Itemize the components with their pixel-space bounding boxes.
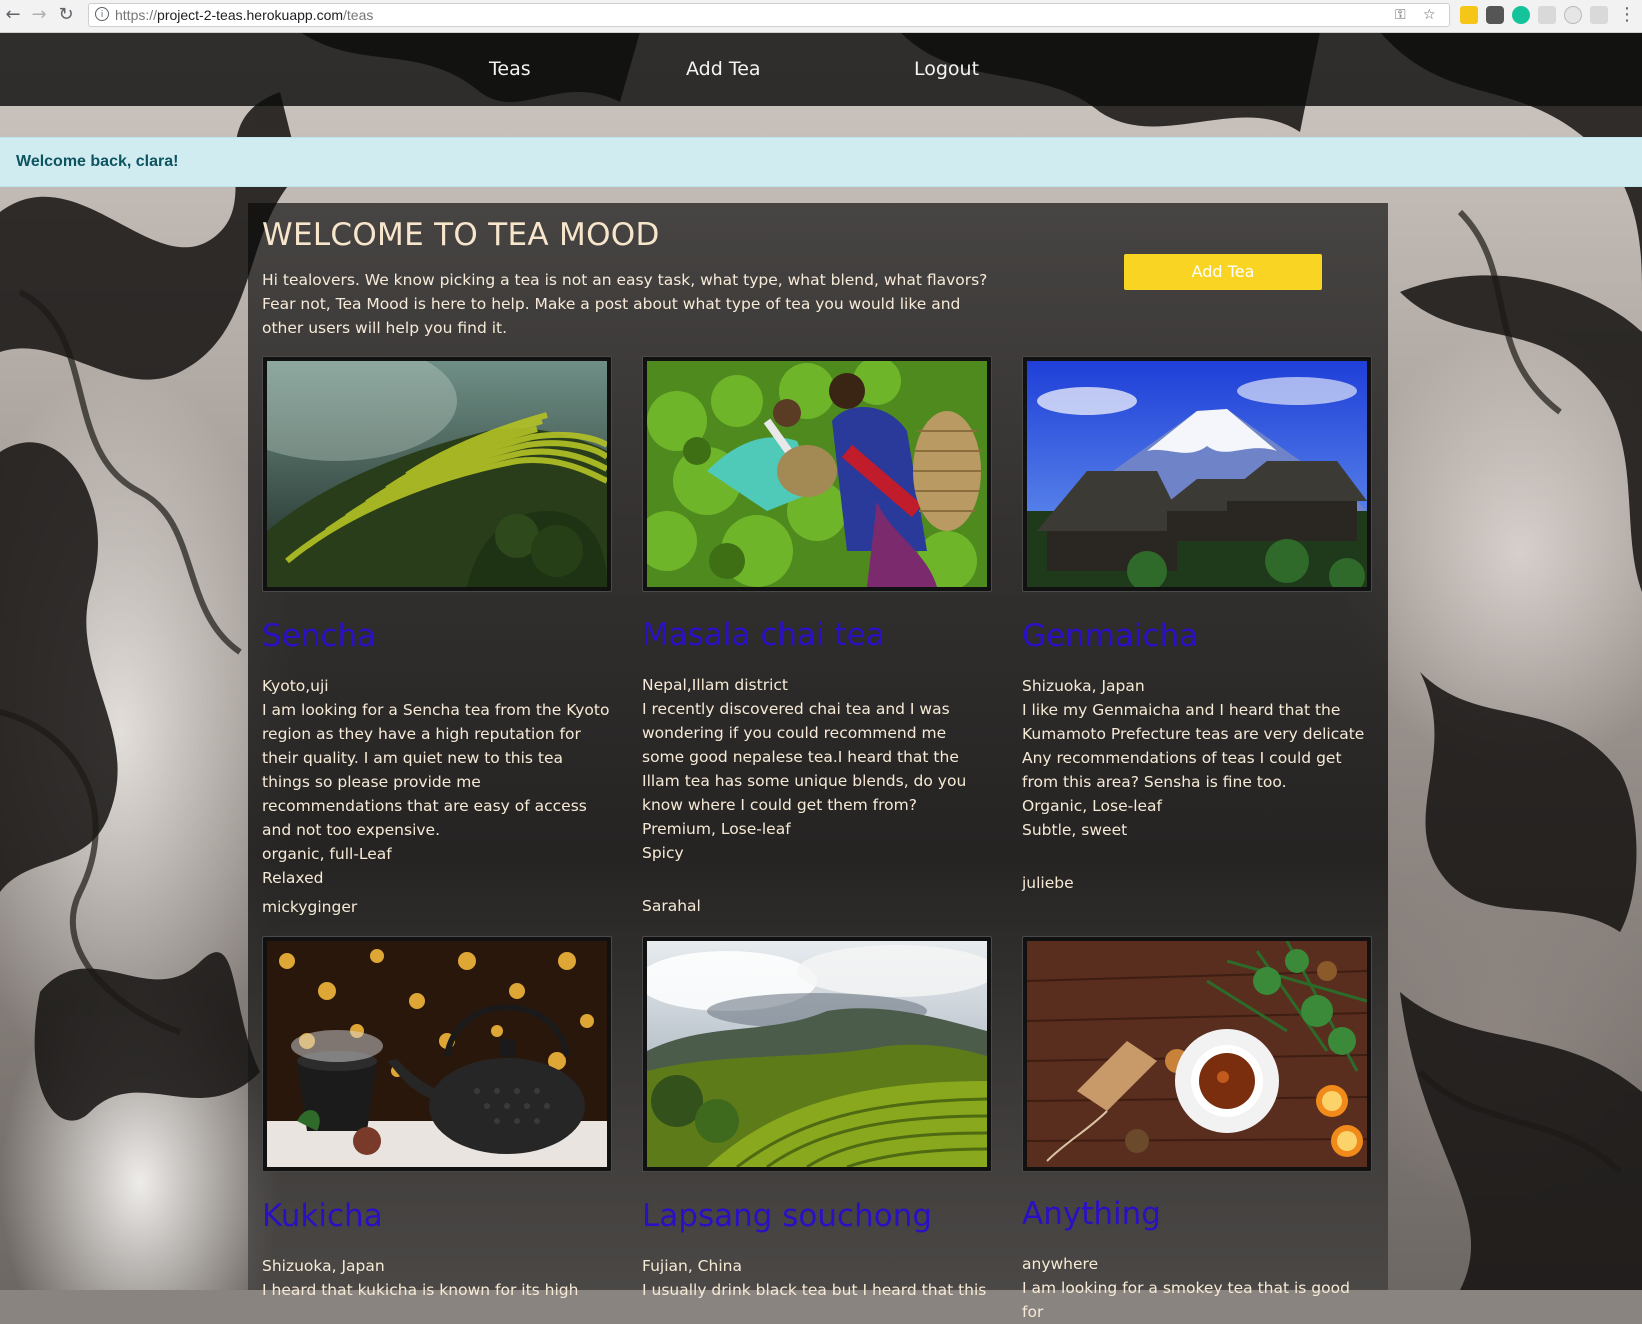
tea-description: I like my Genmaicha and I heard that the… [1022, 701, 1365, 791]
tea-author: Sarahal [642, 897, 701, 915]
extension-icon[interactable] [1564, 6, 1582, 24]
intro-text: Hi tealovers. We know picking a tea is n… [262, 271, 988, 337]
tea-details: Fujian, China I usually drink black tea … [642, 1254, 992, 1302]
tea-image[interactable] [642, 356, 992, 592]
tea-card: Genmaicha Shizuoka, Japan I like my Genm… [1022, 356, 1372, 916]
tea-origin: Shizuoka, Japan [262, 1257, 385, 1275]
tea-title[interactable]: Anything [1022, 1196, 1161, 1232]
tea-mood: Relaxed [262, 869, 324, 887]
tea-image[interactable] [262, 936, 612, 1172]
tea-details: anywhere I am looking for a smokey tea t… [1022, 1252, 1372, 1324]
mount-fuji-village-image [1027, 361, 1367, 587]
tea-mood: Spicy [642, 844, 684, 862]
tea-details: Shizuoka, Japan I like my Genmaicha and … [1022, 674, 1372, 842]
tea-card: Kukicha Shizuoka, Japan I heard that kuk… [262, 936, 612, 1299]
url-protocol: https:// [115, 7, 158, 23]
tea-type: Premium, Lose-leaf [642, 820, 791, 838]
browser-toolbar: ← → ↻ i https://project-2-teas.herokuapp… [0, 0, 1642, 33]
bookmark-star-icon[interactable]: ☆ [1423, 7, 1436, 23]
tea-plantation-hills-image [647, 941, 987, 1167]
tea-details: Nepal,Illam district I recently discover… [642, 673, 992, 865]
tea-card: Lapsang souchong Fujian, China I usually… [642, 936, 992, 1299]
tea-author: mickyginger [262, 898, 358, 916]
pocket-icon[interactable] [1486, 6, 1504, 24]
tea-title[interactable]: Kukicha [262, 1198, 383, 1234]
url-text[interactable]: https://project-2-teas.herokuapp.com/tea… [115, 7, 373, 23]
tea-title[interactable]: Masala chai tea [642, 617, 885, 653]
tea-origin: Shizuoka, Japan [1022, 677, 1145, 695]
nav-link-teas[interactable]: Teas [489, 58, 531, 80]
tea-details: Kyoto,uji I am looking for a Sencha tea … [262, 674, 612, 890]
nav-link-add-tea[interactable]: Add Tea [686, 58, 761, 80]
tea-type: organic, full-Leaf [262, 845, 392, 863]
tea-mood: Subtle, sweet [1022, 821, 1128, 839]
tea-author: juliebe [1022, 874, 1074, 892]
tea-type: Organic, Lose-leaf [1022, 797, 1162, 815]
tea-cup-on-wood-image [1027, 941, 1367, 1167]
tea-title[interactable]: Lapsang souchong [642, 1198, 932, 1234]
tea-title[interactable]: Genmaicha [1022, 618, 1198, 654]
back-arrow-icon[interactable]: ← [2, 4, 24, 26]
alert-message: Welcome back, clara! [16, 153, 179, 170]
tea-description: I heard that kukicha is known for its hi… [262, 1281, 579, 1299]
add-tea-button[interactable]: Add Tea [1124, 254, 1322, 290]
key-icon[interactable]: ⚿ [1395, 7, 1406, 23]
forward-arrow-icon[interactable]: → [28, 4, 50, 26]
extension-icon[interactable] [1538, 6, 1556, 24]
tea-description: I recently discovered chai tea and I was… [642, 700, 967, 814]
tea-description: I am looking for a smokey tea that is go… [1022, 1279, 1350, 1321]
tea-origin: anywhere [1022, 1255, 1099, 1273]
tea-description: I am looking for a Sencha tea from the K… [262, 701, 610, 839]
url-host: project-2-teas.herokuapp.com [157, 7, 344, 23]
url-path: /teas [343, 7, 374, 23]
nav-link-logout[interactable]: Logout [914, 58, 979, 80]
tea-pickers-image [647, 361, 987, 587]
tea-origin: Nepal,Illam district [642, 676, 788, 694]
terraced-rice-fields-image [267, 361, 607, 587]
tea-details: Shizuoka, Japan I heard that kukicha is … [262, 1254, 612, 1302]
welcome-alert: Welcome back, clara! [0, 137, 1642, 187]
tea-card: Masala chai tea Nepal,Illam district I r… [642, 356, 992, 916]
address-bar[interactable]: i https://project-2-teas.herokuapp.com/t… [88, 3, 1450, 27]
extension-icon[interactable] [1460, 6, 1478, 24]
top-navbar: Teas Add Tea Logout [0, 32, 1642, 106]
tea-description: I usually drink black tea but I heard th… [642, 1281, 987, 1299]
tea-card: Anything anywhere I am looking for a smo… [1022, 936, 1372, 1321]
tea-origin: Kyoto,uji [262, 677, 329, 695]
grammarly-icon[interactable] [1512, 6, 1530, 24]
tea-image[interactable] [262, 356, 612, 592]
tea-image[interactable] [642, 936, 992, 1172]
cast-iron-teapot-image [267, 941, 607, 1167]
tea-image[interactable] [1022, 356, 1372, 592]
menu-icon[interactable]: ⋮ [1616, 4, 1638, 26]
page-title: WELCOME TO TEA MOOD [262, 217, 660, 253]
site-info-icon[interactable]: i [95, 7, 109, 21]
tea-title[interactable]: Sencha [262, 618, 376, 654]
tea-image[interactable] [1022, 936, 1372, 1172]
reload-icon[interactable]: ↻ [55, 4, 77, 26]
tea-origin: Fujian, China [642, 1257, 742, 1275]
extension-icon[interactable] [1590, 6, 1608, 24]
tea-card: Sencha Kyoto,uji I am looking for a Senc… [262, 356, 612, 916]
